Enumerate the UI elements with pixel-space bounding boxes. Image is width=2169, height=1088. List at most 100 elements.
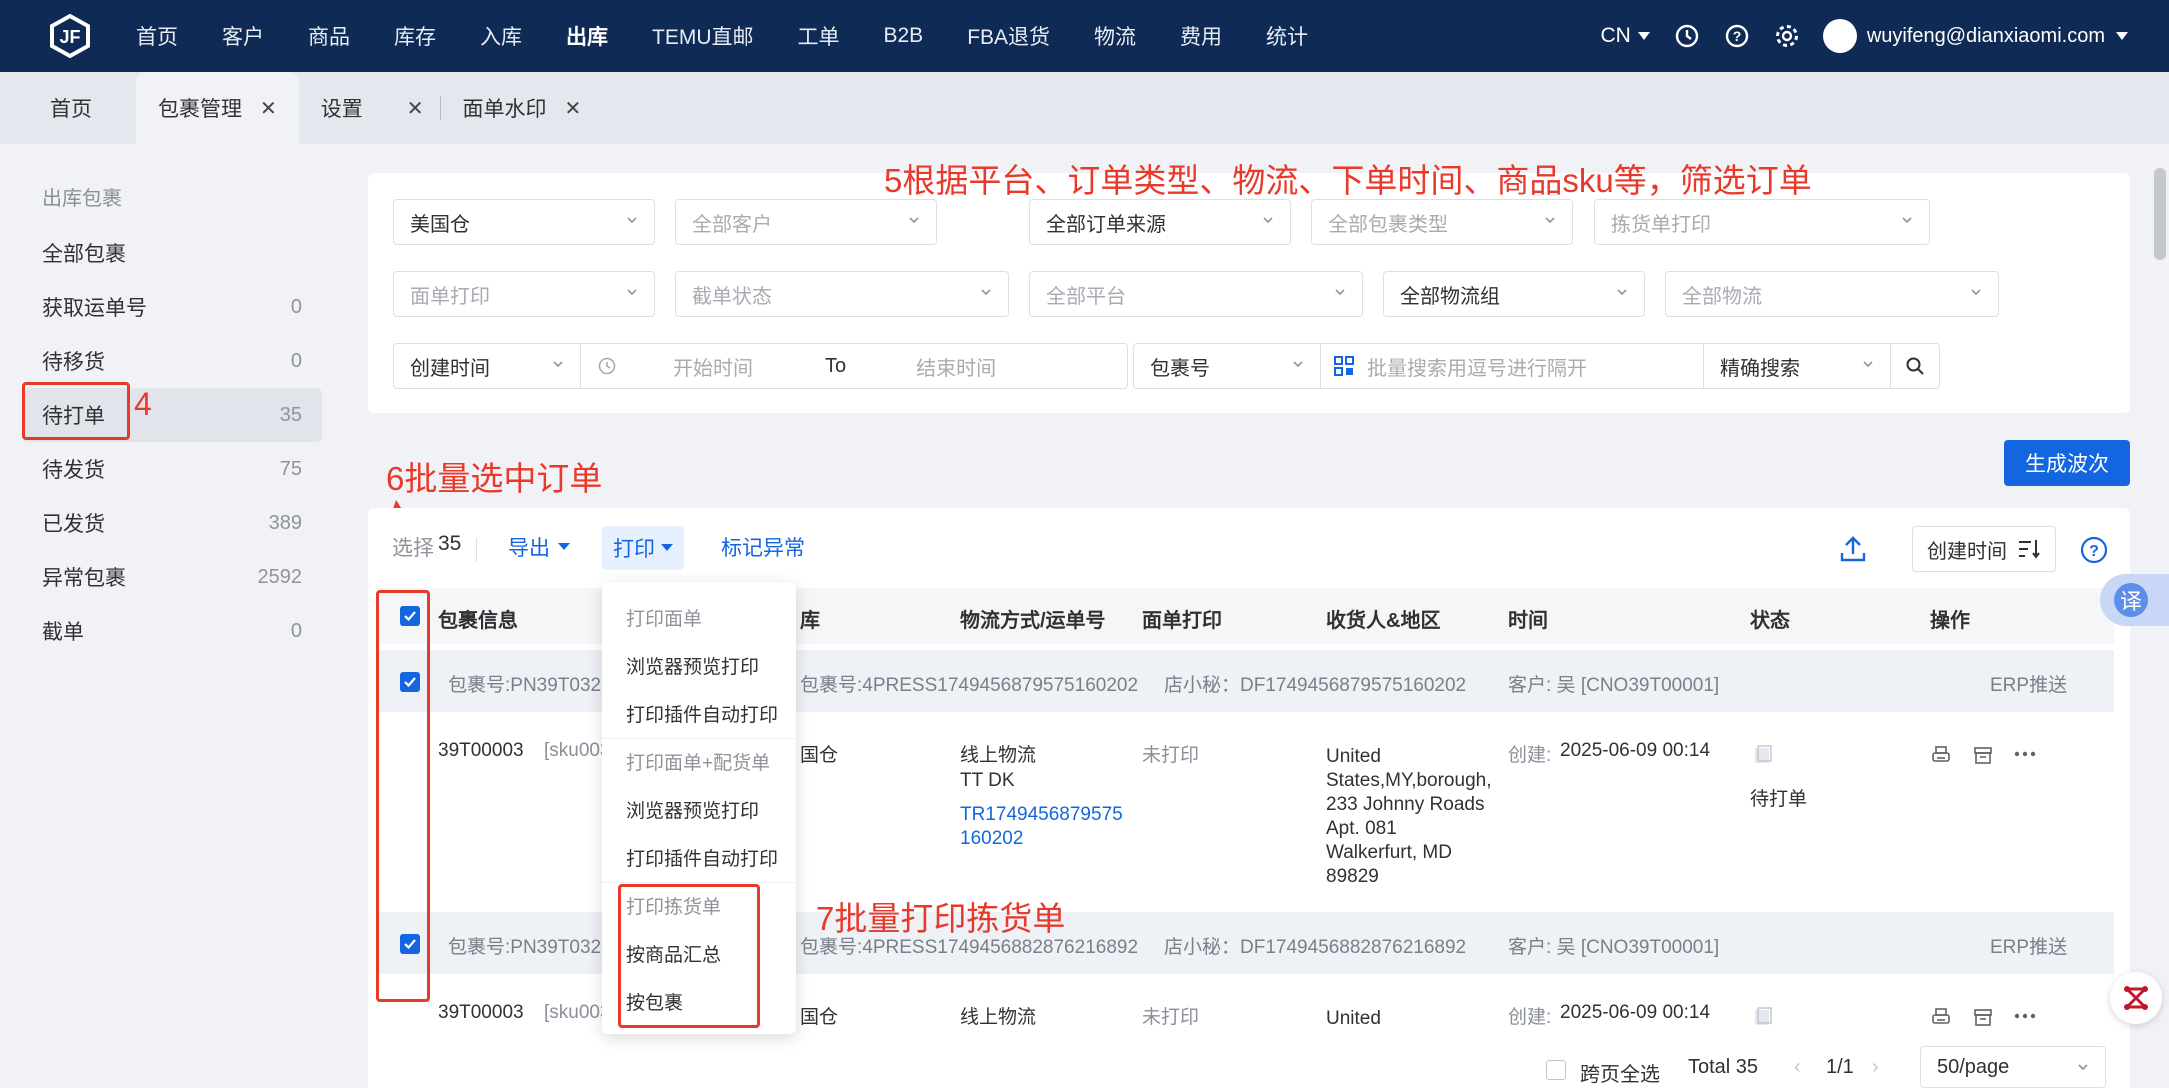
- package-number: 包裹号:PN39T0328: [448, 937, 612, 958]
- close-icon[interactable]: ✕: [260, 96, 277, 121]
- nav-item-customer[interactable]: 客户: [222, 0, 264, 72]
- batch-search-input[interactable]: 批量搜索用逗号进行隔开: [1320, 343, 1704, 389]
- search-type-select[interactable]: 包裹号: [1133, 343, 1321, 389]
- cross-page-select-checkbox[interactable]: [1546, 1060, 1566, 1080]
- platform-select[interactable]: 全部平台: [1029, 271, 1363, 317]
- language-selector[interactable]: CN: [1600, 24, 1650, 48]
- assistant-icon[interactable]: [2110, 972, 2162, 1024]
- search-mode-select[interactable]: 精确搜索: [1703, 343, 1891, 389]
- time-type-select[interactable]: 创建时间: [393, 343, 581, 389]
- sidebar-item-to-move[interactable]: 待移货 0: [22, 334, 322, 388]
- search-icon: [1906, 357, 1924, 375]
- more-icon[interactable]: [2014, 1012, 2036, 1020]
- more-icon[interactable]: [2014, 750, 2036, 758]
- pick-list-print-select[interactable]: 拣货单打印: [1594, 199, 1930, 245]
- printer-icon[interactable]: [1930, 744, 1952, 766]
- svg-text:JF: JF: [59, 27, 80, 47]
- annotation-5: 5根据平台、订单类型、物流、下单时间、商品sku等，筛选订单: [884, 162, 1812, 199]
- archive-icon[interactable]: [1972, 744, 1994, 766]
- chevron-down-icon: [1971, 289, 1981, 296]
- menu-item-browser-preview[interactable]: 浏览器预览打印: [626, 796, 759, 823]
- total-count: Total 35: [1688, 1056, 1759, 1078]
- nav-item-fees[interactable]: 费用: [1180, 0, 1222, 72]
- sidebar-item-intercepted[interactable]: 截单 0: [22, 604, 322, 658]
- customer-info: 客户: 吴 [CNO39T00001]: [1508, 937, 1720, 958]
- nav-item-stats[interactable]: 统计: [1266, 0, 1308, 72]
- nav-item-home[interactable]: 首页: [136, 0, 178, 72]
- menu-item-plugin-auto-print[interactable]: 打印插件自动打印: [626, 700, 778, 727]
- sidebar-item-all[interactable]: 全部包裹: [22, 226, 322, 280]
- customer-select[interactable]: 全部客户: [675, 199, 937, 245]
- archive-icon[interactable]: [1972, 1006, 1994, 1028]
- generate-wave-button[interactable]: 生成波次: [2004, 440, 2130, 486]
- nav-item-fba-return[interactable]: FBA退货: [967, 0, 1050, 72]
- page-size-select[interactable]: 50/page: [1920, 1046, 2106, 1088]
- annotation-box-pick-list: [618, 884, 760, 1028]
- page-scrollbar[interactable]: [2154, 168, 2166, 260]
- export-dropdown[interactable]: 导出: [508, 532, 570, 562]
- select-value: 全部物流: [1682, 285, 1762, 308]
- nav-item-logistics[interactable]: 物流: [1094, 0, 1136, 72]
- tab-home[interactable]: 首页: [28, 72, 136, 144]
- nav-item-outbound[interactable]: 出库: [566, 0, 608, 72]
- clock-icon[interactable]: [1673, 22, 1701, 50]
- help-icon[interactable]: ?: [1723, 22, 1751, 50]
- menu-item-browser-preview[interactable]: 浏览器预览打印: [626, 652, 759, 679]
- date-range-picker[interactable]: 开始时间 To 结束时间: [580, 343, 1128, 389]
- end-time-input[interactable]: 结束时间: [916, 352, 996, 381]
- close-icon[interactable]: ✕: [565, 96, 582, 121]
- erp-push-link[interactable]: ERP推送: [1990, 670, 2067, 697]
- created-time: 2025-06-09 00:14: [1560, 1002, 1711, 1023]
- mark-abnormal-button[interactable]: 标记异常: [721, 532, 805, 562]
- prev-page-icon[interactable]: ‹: [1794, 1056, 1801, 1079]
- chevron-down-icon: [1545, 217, 1555, 224]
- next-page-icon[interactable]: ›: [1872, 1056, 1879, 1079]
- tab-label-watermark[interactable]: 面单水印 ✕: [441, 72, 604, 144]
- nav-item-inbound[interactable]: 入库: [480, 0, 522, 72]
- logistics-group-select[interactable]: 全部物流组: [1383, 271, 1645, 317]
- tab-package-management[interactable]: 包裹管理 ✕: [136, 72, 299, 144]
- tab-strip: 首页 包裹管理 ✕ 设置 ✕ 面单水印 ✕: [0, 72, 2169, 144]
- translate-widget[interactable]: 译: [2100, 574, 2169, 626]
- warehouse-select[interactable]: 美国仓: [393, 199, 655, 245]
- sidebar-item-count: 2592: [257, 565, 303, 588]
- tracking-number[interactable]: TR1749456879575: [960, 804, 1123, 826]
- sidebar-item-to-ship[interactable]: 待发货 75: [22, 442, 322, 496]
- nav-item-product[interactable]: 商品: [308, 0, 350, 72]
- menu-item-plugin-auto-print[interactable]: 打印插件自动打印: [626, 844, 778, 871]
- select-value: 50/page: [1937, 1055, 2010, 1078]
- upload-icon[interactable]: [1838, 534, 1868, 570]
- nav-item-inventory[interactable]: 库存: [394, 0, 436, 72]
- gear-icon[interactable]: [1773, 22, 1801, 50]
- search-button[interactable]: [1890, 343, 1940, 389]
- sidebar-item-abnormal[interactable]: 异常包裹 2592: [22, 550, 322, 604]
- nav-item-temu[interactable]: TEMU直邮: [652, 0, 754, 72]
- close-icon[interactable]: ✕: [407, 96, 424, 121]
- column-header: 收货人&地区: [1326, 610, 1441, 632]
- sidebar-item-get-tracking[interactable]: 获取运单号 0: [22, 280, 322, 334]
- erp-push-link[interactable]: ERP推送: [1990, 932, 2067, 959]
- intercept-status-select[interactable]: 截单状态: [675, 271, 1009, 317]
- language-label: CN: [1600, 24, 1631, 47]
- sort-by-time-button[interactable]: 创建时间: [1912, 526, 2056, 572]
- column-header: 库: [800, 610, 820, 632]
- chevron-down-icon: [1335, 289, 1345, 296]
- logo-icon[interactable]: JF: [46, 12, 94, 60]
- order-source-select[interactable]: 全部订单来源: [1029, 199, 1291, 245]
- tab-settings[interactable]: 设置 ✕: [299, 72, 440, 144]
- select-value: 全部平台: [1046, 285, 1126, 308]
- nav-item-b2b[interactable]: B2B: [884, 0, 924, 72]
- start-time-input[interactable]: 开始时间: [673, 352, 753, 381]
- print-dropdown[interactable]: 打印: [602, 526, 684, 570]
- sku: 39T00003: [438, 740, 524, 761]
- printer-icon[interactable]: [1930, 1006, 1952, 1028]
- sidebar-item-shipped[interactable]: 已发货 389: [22, 496, 322, 550]
- package-type-select[interactable]: 全部包裹类型: [1311, 199, 1573, 245]
- nav-item-ticket[interactable]: 工单: [798, 0, 840, 72]
- help-icon[interactable]: ?: [2080, 536, 2108, 570]
- logistics-select[interactable]: 全部物流: [1665, 271, 1999, 317]
- user-menu[interactable]: wuyifeng@dianxiaomi.com: [1822, 19, 2129, 53]
- label-print-select[interactable]: 面单打印: [393, 271, 655, 317]
- tracking-number-cont[interactable]: 160202: [960, 828, 1023, 850]
- select-value: 截单状态: [692, 285, 772, 308]
